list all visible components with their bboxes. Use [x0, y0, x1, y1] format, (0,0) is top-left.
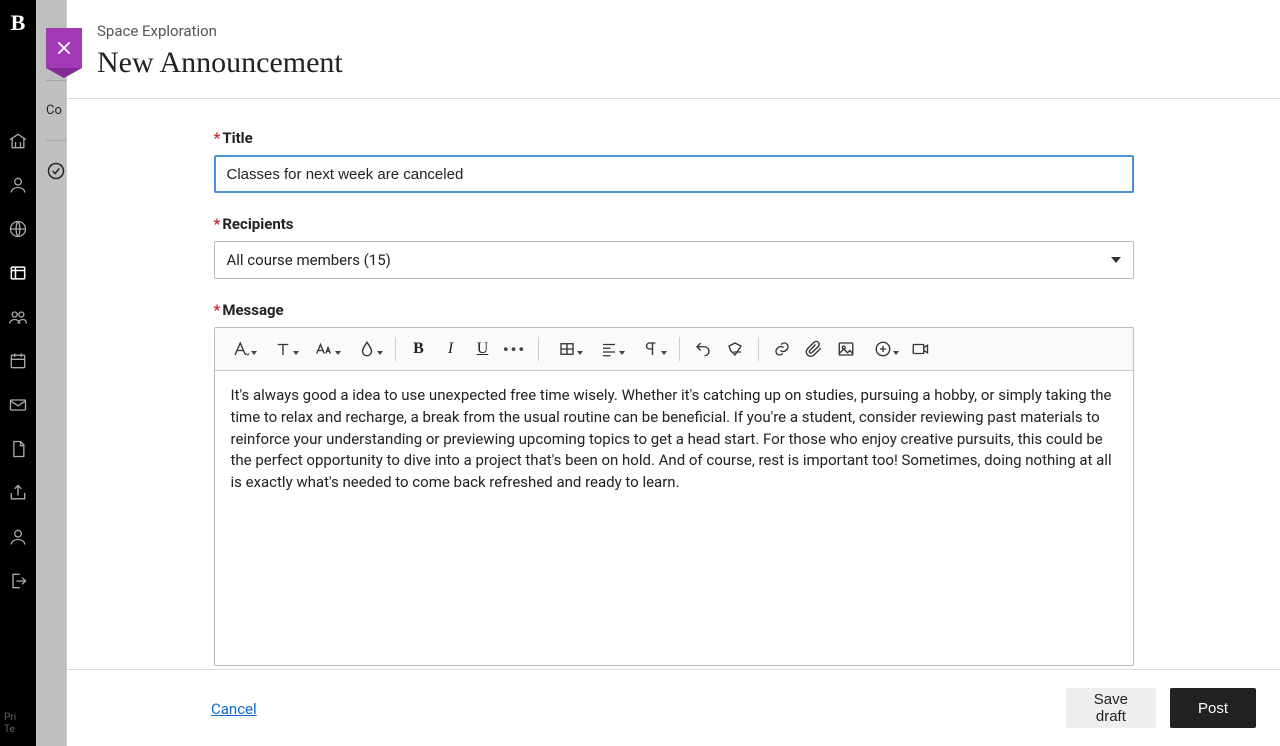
panel-header: Space Exploration New Announcement	[67, 0, 1280, 99]
panel-footer: Cancel Save draft Post	[67, 669, 1280, 746]
more-formatting-button[interactable]: •••	[500, 334, 530, 364]
post-button[interactable]: Post	[1170, 688, 1256, 728]
rich-text-editor: B I U •••	[214, 327, 1134, 666]
clear-format-button[interactable]	[720, 334, 750, 364]
announcement-panel: Space Exploration New Announcement *Titl…	[67, 0, 1280, 746]
bold-button[interactable]: B	[404, 334, 434, 364]
nav-admin-icon[interactable]	[7, 526, 29, 548]
undo-button[interactable]	[688, 334, 718, 364]
attachment-button[interactable]	[799, 334, 829, 364]
nav-calendar-icon[interactable]	[7, 350, 29, 372]
nav-courses-icon[interactable]	[7, 262, 29, 284]
font-family-button[interactable]	[263, 334, 303, 364]
editor-toolbar: B I U •••	[215, 328, 1133, 371]
nav-institution-icon[interactable]	[7, 130, 29, 152]
media-button[interactable]	[905, 334, 935, 364]
close-icon	[54, 38, 74, 58]
chevron-down-icon	[1111, 257, 1121, 263]
legal-footer: Pri Te	[4, 712, 16, 736]
text-color-button[interactable]	[347, 334, 387, 364]
message-input[interactable]: It's always good a idea to use unexpecte…	[215, 371, 1133, 665]
nav-profile-icon[interactable]	[7, 174, 29, 196]
title-label: *Title	[214, 129, 1134, 147]
paragraph-button[interactable]	[631, 334, 671, 364]
secondary-crumb: Co	[46, 103, 62, 118]
link-button[interactable]	[767, 334, 797, 364]
brand-logo: B	[11, 10, 26, 36]
underline-button[interactable]: U	[468, 334, 498, 364]
recipients-select[interactable]: All course members (15)	[214, 241, 1134, 279]
cancel-link[interactable]: Cancel	[211, 700, 257, 718]
nav-signout-icon[interactable]	[7, 570, 29, 592]
font-size-button[interactable]	[305, 334, 345, 364]
recipients-label: *Recipients	[214, 215, 1134, 233]
message-label: *Message	[214, 301, 1134, 319]
left-nav-rail: B	[0, 0, 36, 746]
secondary-column: Co	[36, 0, 67, 746]
check-circle-icon	[46, 161, 66, 181]
nav-groups-icon[interactable]	[7, 306, 29, 328]
align-button[interactable]	[589, 334, 629, 364]
recipients-value: All course members (15)	[227, 251, 391, 269]
nav-share-icon[interactable]	[7, 482, 29, 504]
image-button[interactable]	[831, 334, 861, 364]
close-panel-button[interactable]	[46, 28, 82, 68]
nav-messages-icon[interactable]	[7, 394, 29, 416]
text-style-button[interactable]	[221, 334, 261, 364]
table-button[interactable]	[547, 334, 587, 364]
nav-documents-icon[interactable]	[7, 438, 29, 460]
title-input[interactable]	[214, 155, 1134, 193]
breadcrumb: Space Exploration	[97, 22, 1250, 40]
insert-button[interactable]	[863, 334, 903, 364]
nav-globe-icon[interactable]	[7, 218, 29, 240]
page-title: New Announcement	[97, 46, 1250, 80]
italic-button[interactable]: I	[436, 334, 466, 364]
save-draft-button[interactable]: Save draft	[1066, 688, 1156, 728]
